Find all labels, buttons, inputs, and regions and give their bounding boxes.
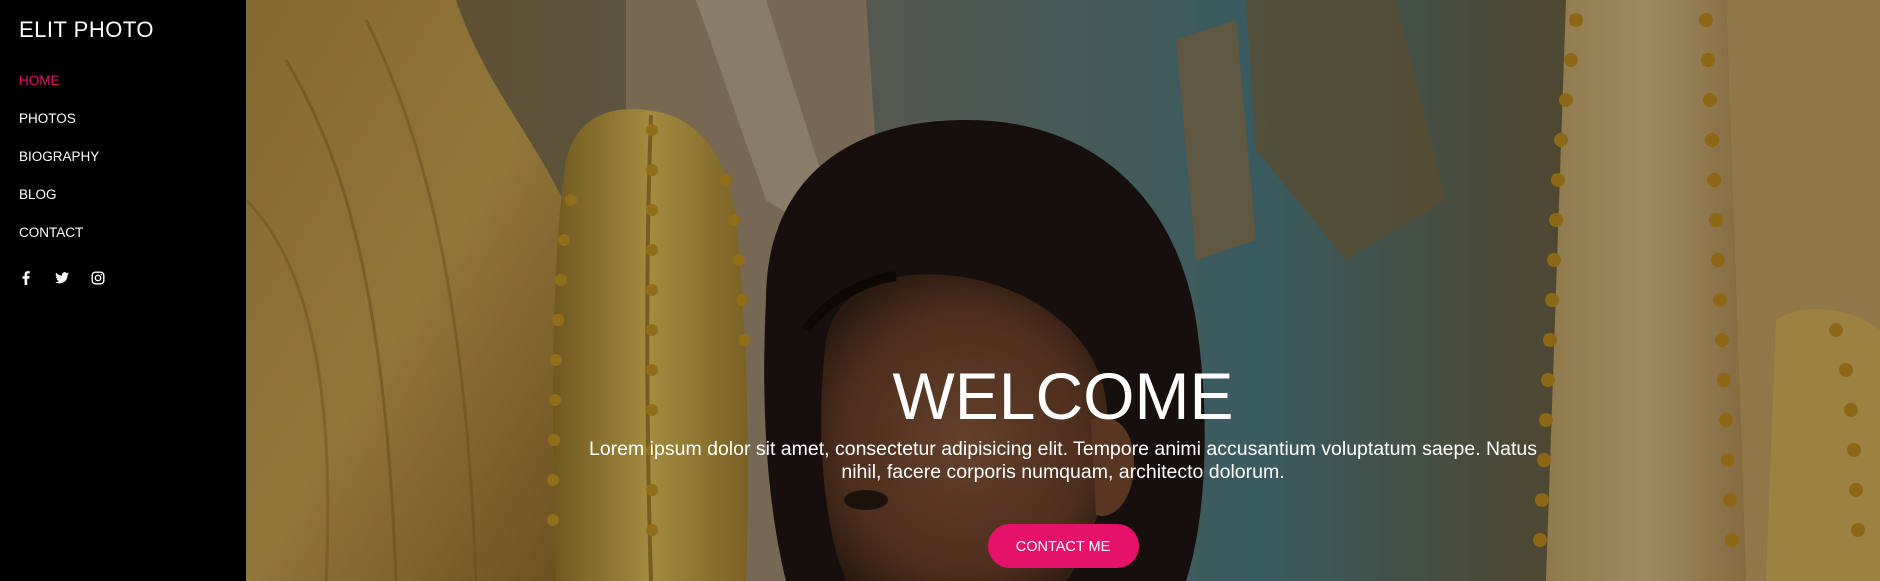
nav-link-biography[interactable]: BIOGRAPHY (19, 149, 99, 164)
nav-item-biography: BIOGRAPHY (19, 148, 99, 186)
nav-link-contact[interactable]: CONTACT (19, 225, 83, 240)
facebook-icon[interactable] (18, 270, 34, 286)
nav-link-home[interactable]: HOME (19, 73, 60, 88)
hero-description: Lorem ipsum dolor sit amet, consectetur … (588, 438, 1537, 483)
hero-section: WELCOME Lorem ipsum dolor sit amet, cons… (246, 0, 1880, 581)
instagram-icon[interactable] (90, 270, 106, 286)
nav-link-blog[interactable]: BLOG (19, 187, 57, 202)
main-nav: HOME PHOTOS BIOGRAPHY BLOG CONTACT (19, 72, 99, 262)
hero-content: WELCOME Lorem ipsum dolor sit amet, cons… (246, 360, 1880, 568)
nav-link-photos[interactable]: PHOTOS (19, 111, 76, 126)
nav-item-contact: CONTACT (19, 224, 99, 262)
social-links (18, 270, 106, 286)
nav-item-home: HOME (19, 72, 99, 110)
page: ELIT PHOTO HOME PHOTOS BIOGRAPHY BLOG CO… (0, 0, 1880, 581)
sidebar: ELIT PHOTO HOME PHOTOS BIOGRAPHY BLOG CO… (0, 0, 246, 581)
nav-item-blog: BLOG (19, 186, 99, 224)
hero-title: WELCOME (892, 359, 1234, 433)
brand-logo[interactable]: ELIT PHOTO (19, 17, 154, 43)
contact-me-button[interactable]: CONTACT ME (987, 524, 1139, 568)
twitter-icon[interactable] (54, 270, 70, 286)
nav-item-photos: PHOTOS (19, 110, 99, 148)
